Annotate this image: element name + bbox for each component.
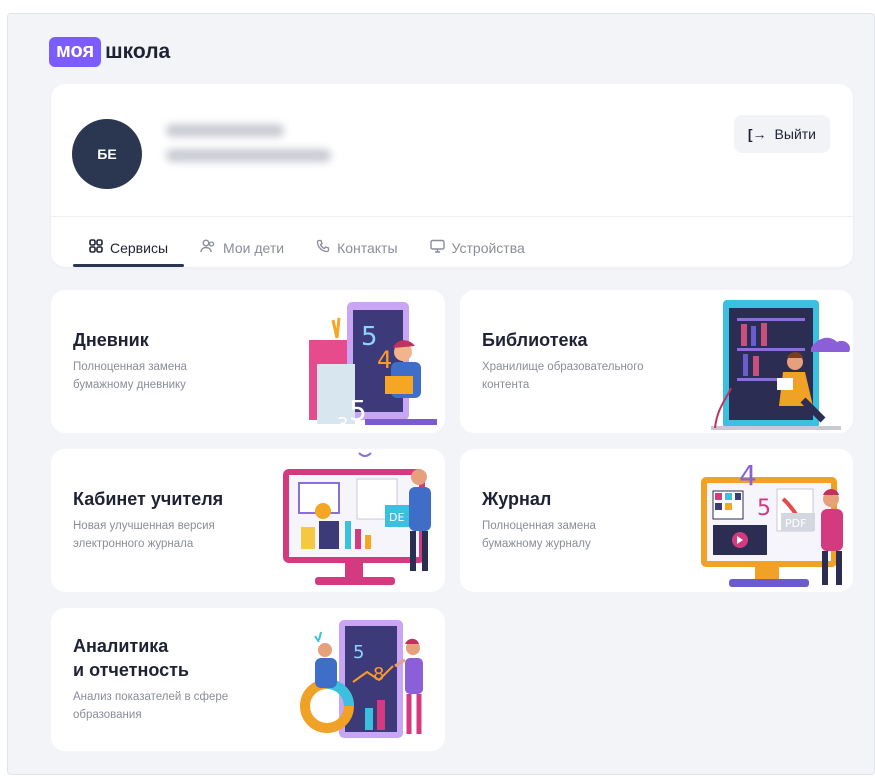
svg-text:5: 5 xyxy=(757,496,771,521)
logo[interactable]: моя школа xyxy=(49,37,170,67)
monitor-icon xyxy=(429,239,445,257)
service-card-journal[interactable]: Журнал Полноценная замена бумажному журн… xyxy=(460,449,853,592)
tab-my-children[interactable]: Мои дети xyxy=(184,229,300,267)
tab-devices[interactable]: Устройства xyxy=(414,229,541,267)
card-description: Анализ показателей в сфере образования xyxy=(73,691,229,721)
tab-bar: Сервисы Мои дети Контакты Устройства xyxy=(73,229,541,267)
svg-text:5: 5 xyxy=(349,394,367,427)
svg-text:PDF: PDF xyxy=(785,517,806,530)
service-card-teacher[interactable]: Кабинет учителя Новая улучшенная версия … xyxy=(51,449,445,592)
avatar: БЕ xyxy=(72,119,142,189)
people-icon xyxy=(200,239,216,257)
journal-illustration: 4 5 PDF xyxy=(701,459,843,587)
profile-card: БЕ [→ Выйти Сервисы Мои дети Контакты Ус… xyxy=(51,84,853,267)
analytics-illustration: 5 8 xyxy=(300,620,423,738)
logout-label: Выйти xyxy=(774,126,816,142)
tab-services[interactable]: Сервисы xyxy=(73,229,185,267)
card-title-line2: и отчетность xyxy=(73,660,189,680)
svg-text:DE: DE xyxy=(389,511,404,524)
card-title: Библиотека xyxy=(482,330,588,350)
tab-label: Мои дети xyxy=(223,240,285,256)
app-frame: моя школа БЕ [→ Выйти Сервисы Мои дети К… xyxy=(7,13,875,775)
tab-label: Контакты xyxy=(337,240,398,256)
logo-badge: моя xyxy=(49,37,102,67)
tab-label: Сервисы xyxy=(110,240,169,256)
card-title: Дневник xyxy=(73,330,149,350)
service-card-library[interactable]: Библиотека Хранилище образовательного ко… xyxy=(460,290,853,433)
card-description: Хранилище образовательного контента xyxy=(482,361,644,391)
service-card-diary[interactable]: Дневник Полноценная замена бумажному дне… xyxy=(51,290,445,433)
card-description: Полноценная замена бумажному журналу xyxy=(482,520,596,550)
svg-text:5: 5 xyxy=(361,322,378,352)
teacher-illustration: DE xyxy=(283,452,431,585)
logout-icon: [→ xyxy=(747,126,767,142)
card-description: Полноценная замена бумажному дневнику xyxy=(73,361,187,391)
divider xyxy=(51,216,853,217)
diary-illustration: 5 4 3 5 xyxy=(309,302,437,433)
card-title-line1: Аналитика xyxy=(73,636,169,656)
logo-text: школа xyxy=(105,40,171,63)
tab-label: Устройства xyxy=(451,240,525,256)
svg-text:3: 3 xyxy=(337,414,348,433)
phone-icon xyxy=(316,239,330,257)
svg-text:5: 5 xyxy=(353,642,364,663)
svg-text:8: 8 xyxy=(373,664,384,685)
grid-icon xyxy=(89,239,103,257)
user-name-blurred xyxy=(166,124,356,184)
library-illustration xyxy=(711,300,851,430)
card-title: Кабинет учителя xyxy=(73,489,224,509)
card-description: Новая улучшенная версия электронного жур… xyxy=(73,520,215,550)
svg-text:4: 4 xyxy=(739,459,757,492)
card-title: Журнал xyxy=(482,489,552,509)
logout-button[interactable]: [→ Выйти xyxy=(733,115,830,153)
tab-contacts[interactable]: Контакты xyxy=(300,229,413,267)
svg-text:4: 4 xyxy=(377,346,392,374)
card-title: Аналитика и отчетность xyxy=(73,634,189,682)
service-card-analytics[interactable]: Аналитика и отчетность Анализ показателе… xyxy=(51,608,445,751)
